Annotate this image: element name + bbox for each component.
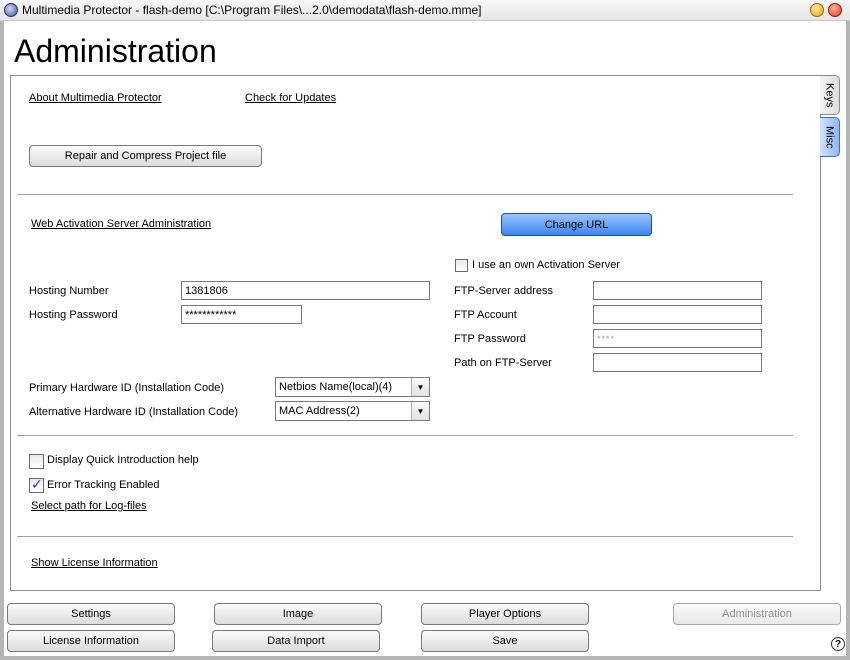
primary-hardware-id-value: Netbios Name(local)(4) [279,381,393,393]
settings-button[interactable]: Settings [7,603,175,625]
quick-intro-checkbox[interactable] [29,454,44,469]
save-button[interactable]: Save [421,630,589,652]
help-icon[interactable]: ? [831,637,845,651]
error-tracking-label: Error Tracking Enabled [47,479,160,491]
data-import-button[interactable]: Data Import [212,630,380,652]
change-url-button[interactable]: Change URL [501,213,652,236]
title-bar[interactable]: Multimedia Protector - flash-demo [C:\Pr… [0,0,850,21]
log-path-link[interactable]: Select path for Log-files [31,500,147,512]
repair-compress-button[interactable]: Repair and Compress Project file [29,145,262,167]
ftp-password-input[interactable] [593,329,762,348]
ftp-account-input[interactable] [593,305,762,324]
license-information-button[interactable]: License Information [7,630,175,652]
hosting-password-input[interactable] [181,305,302,324]
primary-hardware-id-label: Primary Hardware ID (Installation Code) [29,382,225,394]
tab-misc[interactable]: Misc [820,117,840,157]
minimize-button[interactable] [810,3,824,17]
player-options-button[interactable]: Player Options [421,603,589,625]
check-updates-link[interactable]: Check for Updates [245,92,336,104]
tab-keys-label: Keys [823,82,836,108]
divider [17,194,793,195]
chevron-down-icon[interactable]: ▼ [411,378,429,396]
hosting-password-label: Hosting Password [29,309,118,321]
hosting-number-input[interactable] [181,281,430,300]
own-activation-server-checkbox[interactable] [455,259,468,272]
show-license-link[interactable]: Show License Information [31,557,158,569]
ftp-server-input[interactable] [593,281,762,300]
ftp-path-label: Path on FTP-Server [454,357,552,369]
hosting-number-label: Hosting Number [29,285,109,297]
misc-panel: About Multimedia Protector Check for Upd… [10,75,821,591]
own-activation-server-label: I use an own Activation Server [472,259,620,271]
window-title: Multimedia Protector - flash-demo [C:\Pr… [22,3,482,17]
quick-intro-label: Display Quick Introduction help [47,454,199,466]
checkmark-icon: ✓ [31,476,43,492]
ftp-path-input[interactable] [593,353,762,372]
web-activation-admin-link[interactable]: Web Activation Server Administration [31,218,211,230]
alternative-hardware-id-label: Alternative Hardware ID (Installation Co… [29,406,239,418]
about-link[interactable]: About Multimedia Protector [29,92,162,104]
ftp-password-label: FTP Password [454,333,526,345]
alternative-hardware-id-select[interactable]: MAC Address(2) ▼ [275,401,430,421]
error-tracking-checkbox[interactable]: ✓ [29,476,44,493]
divider [17,536,793,537]
primary-hardware-id-select[interactable]: Netbios Name(local)(4) ▼ [275,377,430,397]
close-button[interactable] [828,3,842,17]
image-button[interactable]: Image [214,603,382,625]
tab-keys[interactable]: Keys [820,75,840,115]
chevron-down-icon[interactable]: ▼ [411,402,429,420]
tab-misc-label: Misc [823,125,836,149]
ftp-server-label: FTP-Server address [454,285,554,297]
page-title: Administration [14,33,217,69]
administration-button[interactable]: Administration [673,603,841,625]
ftp-account-label: FTP Account [454,309,517,321]
app-icon [4,3,18,17]
alternative-hardware-id-value: MAC Address(2) [279,405,360,417]
divider [17,435,793,436]
